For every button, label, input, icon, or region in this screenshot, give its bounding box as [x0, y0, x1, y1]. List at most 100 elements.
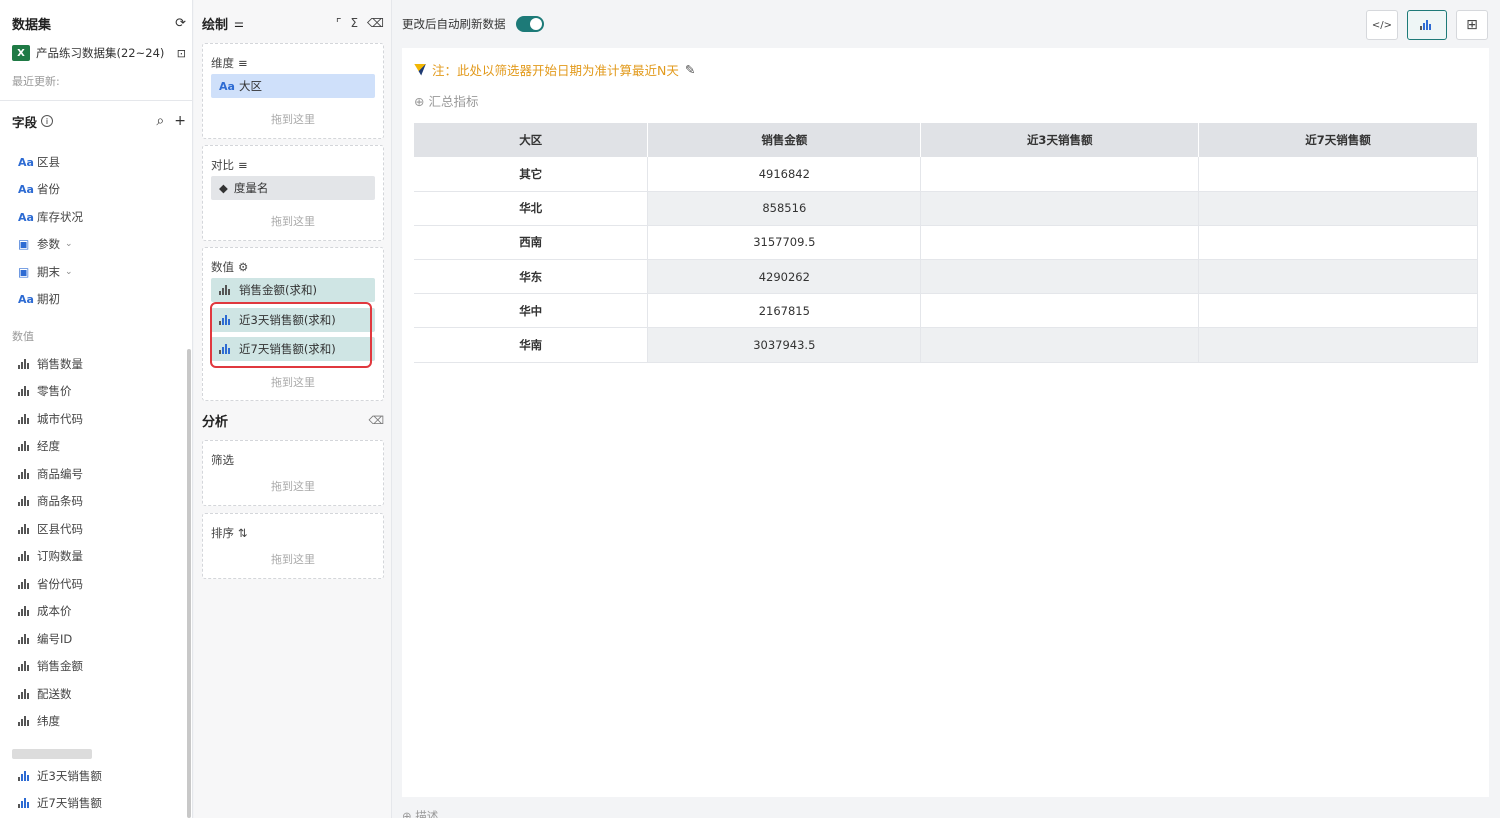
code-icon: </>: [1371, 19, 1393, 31]
calculated-measure-icon: [18, 771, 32, 781]
drop-hint: 拖到这里: [271, 376, 315, 389]
column-header[interactable]: 销售金额: [647, 123, 922, 157]
field-item[interactable]: 近3天销售额: [18, 767, 102, 785]
field-item[interactable]: 纬度: [18, 712, 60, 730]
auto-refresh-label: 更改后自动刷新数据: [402, 17, 506, 31]
view-switcher: </> ⊞: [1366, 10, 1488, 40]
measure-icon: [18, 634, 32, 644]
list-icon[interactable]: ≡: [238, 158, 248, 172]
add-summary-button[interactable]: ⊕ 汇总指标: [414, 91, 478, 110]
field-item[interactable]: Aa 库存状况: [18, 208, 83, 226]
measure-icon: [18, 414, 32, 424]
text-type-icon: Aa: [18, 210, 34, 224]
eraser-icon[interactable]: ⌫: [368, 414, 384, 427]
excel-icon: X: [12, 45, 30, 61]
table-cell: [920, 225, 1200, 261]
eraser-icon[interactable]: ⌫: [367, 16, 384, 30]
table-cell: [1198, 225, 1478, 261]
field-item[interactable]: 区县代码: [18, 520, 83, 538]
add-icon[interactable]: +: [174, 113, 186, 129]
region-cell: 华北: [414, 191, 649, 226]
measure-icon: [18, 469, 32, 479]
table-cell: [1198, 259, 1478, 295]
table-cell: 4916842: [647, 157, 922, 192]
filter-zone[interactable]: 筛选 拖到这里: [202, 440, 384, 506]
sort-icon[interactable]: ⇅: [238, 526, 248, 540]
highlight-box: [210, 302, 372, 368]
settings-sliders-icon[interactable]: ⚌: [234, 17, 244, 30]
auto-refresh-bar: 更改后自动刷新数据: [402, 16, 544, 32]
dimension-zone[interactable]: 维度 ≡ Aa 大区 拖到这里: [202, 43, 384, 139]
text-type-icon: Aa: [18, 155, 34, 169]
field-item[interactable]: 近7天销售额: [18, 794, 102, 812]
chart-card: 注：此处以筛选器开始日期为准计算最近N天 ✎ ⊕ 汇总指标 大区 销售金额 近3…: [402, 48, 1489, 797]
field-item[interactable]: 经度: [18, 437, 60, 455]
gear-icon[interactable]: ⚙: [238, 260, 248, 274]
corner-icon[interactable]: ⌜: [336, 16, 342, 30]
field-item[interactable]: 省份代码: [18, 575, 83, 593]
table-cell: [920, 157, 1200, 192]
drop-hint: 拖到这里: [271, 215, 315, 228]
field-item[interactable]: 城市代码: [18, 410, 83, 428]
field-item[interactable]: Aa 区县: [18, 153, 60, 171]
dataset-file[interactable]: X 产品练习数据集(22~24) ⊡: [12, 44, 186, 62]
code-view-button[interactable]: </>: [1366, 10, 1398, 40]
sigma-icon[interactable]: Σ: [350, 16, 358, 30]
field-item[interactable]: ▣ 参数 ⌄: [18, 235, 73, 253]
field-item[interactable]: 零售价: [18, 382, 72, 400]
field-item[interactable]: 配送数: [18, 685, 72, 703]
measure-icon: [18, 551, 32, 561]
preview-icon[interactable]: ⊡: [177, 47, 186, 60]
blurred-group-label: [12, 749, 92, 759]
dimension-pill[interactable]: Aa 大区: [211, 74, 375, 98]
analysis-header: 分析 ⌫: [202, 411, 384, 430]
field-item[interactable]: 销售数量: [18, 355, 83, 373]
measure-icon: [18, 386, 32, 396]
field-item[interactable]: 订购数量: [18, 547, 83, 565]
field-item[interactable]: Aa 省份: [18, 180, 60, 198]
auto-refresh-toggle[interactable]: [515, 16, 544, 32]
table-cell: 2167815: [647, 293, 922, 329]
drop-hint: 拖到这里: [271, 113, 315, 126]
table-view-button[interactable]: ⊞: [1456, 10, 1488, 40]
column-header[interactable]: 近7天销售额: [1198, 123, 1478, 157]
chevron-down-icon[interactable]: ⌄: [65, 267, 73, 277]
list-icon[interactable]: ≡: [238, 56, 248, 70]
field-item[interactable]: 编号ID: [18, 630, 72, 648]
search-icon[interactable]: ⌕: [156, 113, 164, 129]
value-pill[interactable]: 销售金额(求和): [211, 278, 375, 302]
field-item[interactable]: 销售金额: [18, 657, 83, 675]
analysis-title: 分析: [202, 415, 229, 430]
field-item[interactable]: 成本价: [18, 602, 72, 620]
region-cell: 华东: [414, 259, 649, 295]
chevron-down-icon[interactable]: ⌄: [65, 239, 73, 249]
measure-icon: [18, 496, 32, 506]
column-header[interactable]: 大区: [414, 123, 649, 157]
text-type-icon: Aa: [219, 79, 235, 93]
table-cell: [1198, 293, 1478, 329]
filter-label: 筛选: [211, 453, 234, 467]
compare-zone[interactable]: 对比 ≡ ◆ 度量名 拖到这里: [202, 145, 384, 241]
compare-label: 对比: [211, 158, 234, 172]
compare-pill[interactable]: ◆ 度量名: [211, 176, 375, 200]
add-description-button[interactable]: ⊕ 描述: [402, 808, 438, 818]
region-cell: 西南: [414, 225, 649, 261]
column-header[interactable]: 近3天销售额: [920, 123, 1200, 157]
draw-header: 绘制 ⚌ ⌜ Σ ⌫: [202, 14, 384, 33]
sort-zone[interactable]: 排序 ⇅ 拖到这里: [202, 513, 384, 579]
chart-view-button[interactable]: [1407, 10, 1447, 40]
table-cell: 858516: [647, 191, 922, 226]
table-cell: [920, 327, 1200, 363]
scrollbar[interactable]: [187, 349, 191, 818]
measure-icon: [18, 689, 32, 699]
switch-dataset-icon[interactable]: ⟳: [175, 16, 186, 31]
table-row: 华中 2167815: [414, 293, 1478, 329]
field-item[interactable]: 商品条码: [18, 492, 83, 510]
field-item[interactable]: ▣ 期末 ⌄: [18, 263, 73, 281]
field-item[interactable]: 商品编号: [18, 465, 83, 483]
updated-label: 最近更新:: [12, 75, 60, 88]
dataset-header: 数据集 ⟳: [12, 14, 186, 33]
field-item[interactable]: Aa 期初: [18, 290, 60, 308]
edit-icon[interactable]: ✎: [685, 62, 695, 77]
info-icon[interactable]: i: [41, 115, 54, 127]
